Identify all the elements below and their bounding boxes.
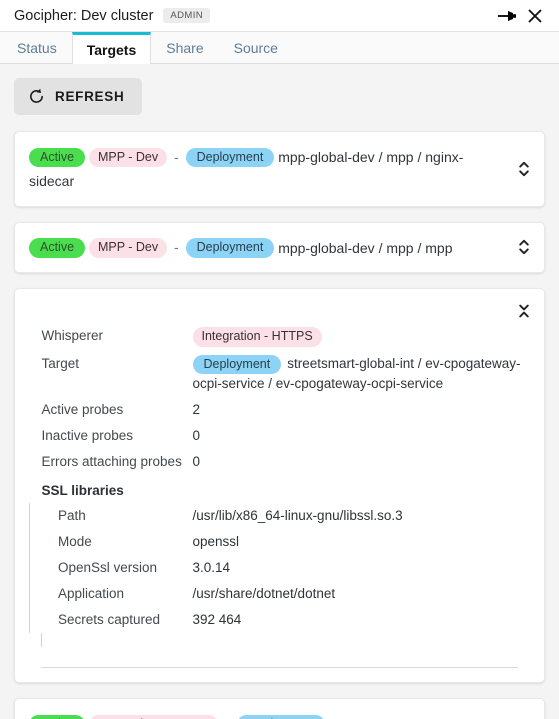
ssl-section-rail [41, 633, 530, 648]
whisperer-badge: Integration - HTTPS [88, 714, 219, 719]
refresh-button[interactable]: REFRESH [14, 78, 143, 115]
status-badge: Active [29, 147, 86, 168]
kind-badge: Deployment [185, 238, 275, 258]
target-path: mpp-global-dev / mpp / mpp [278, 239, 453, 256]
kind-badge: Deployment [236, 714, 326, 719]
separator: - [174, 239, 179, 256]
tab-share[interactable]: Share [151, 32, 218, 63]
window-titlebar: Gocipher: Dev cluster ADMIN [0, 0, 559, 32]
detail-label: Secrets captured [29, 607, 193, 634]
section-label: SSL libraries [41, 483, 124, 499]
detail-label: Errors attaching probes [41, 454, 182, 470]
kind-badge: Deployment [192, 354, 282, 375]
chevron-expand-icon[interactable] [517, 158, 531, 180]
target-card-expanded: Whisperer Integration - HTTPS Target Dep… [14, 288, 545, 684]
tab-status[interactable]: Status [2, 32, 72, 63]
detail-label: Target [41, 355, 80, 371]
whisperer-badge: MPP - Dev [88, 238, 168, 258]
detail-divider [41, 667, 518, 669]
detail-row-errors-attaching-probes: Errors attaching probes 0 [30, 449, 530, 475]
target-card-collapsed[interactable]: Active MPP - Dev - Deployment mpp-global… [14, 131, 545, 207]
ssl-row-openssl-version: OpenSsl version 3.0.14 [29, 555, 530, 582]
toolbar: REFRESH [14, 78, 545, 115]
ssl-row-mode: Mode openssl [29, 529, 530, 556]
section-value-empty [193, 475, 530, 503]
tab-bar: Status Targets Share Source [0, 32, 559, 64]
whisperer-badge: Integration - HTTPS [192, 327, 322, 347]
detail-label: Inactive probes [41, 428, 134, 444]
detail-label: Active probes [41, 402, 124, 418]
detail-value: /usr/lib/x86_64-linux-gnu/libssl.so.3 [192, 508, 403, 524]
target-summary: Active MPP - Dev - Deployment mpp-global… [29, 145, 498, 193]
detail-label: Application [29, 581, 193, 608]
refresh-label: REFRESH [55, 89, 125, 104]
detail-row-inactive-probes: Inactive probes 0 [30, 423, 530, 449]
page-title: Gocipher: Dev cluster [14, 7, 154, 24]
separator: - [174, 148, 179, 165]
refresh-icon [28, 88, 45, 105]
detail-value: 0 [192, 428, 201, 444]
whisperer-badge: MPP - Dev [88, 147, 168, 168]
detail-value: 2 [192, 402, 201, 418]
detail-row-active-probes: Active probes 2 [30, 397, 530, 423]
detail-value: openssl [192, 534, 240, 550]
detail-value: Deployment streetsmart-global-int / ev-cp… [192, 351, 530, 398]
detail-label: Path [29, 503, 193, 530]
kind-badge: Deployment [185, 147, 275, 168]
detail-value: 0 [192, 454, 201, 470]
target-card-collapsed[interactable]: Active Integration - HTTPS - Deployment … [14, 698, 545, 719]
chevron-collapse-icon[interactable] [517, 301, 531, 321]
detail-value: 392 464 [192, 612, 242, 628]
close-icon[interactable] [521, 3, 549, 29]
target-summary: Active MPP - Dev - Deployment mpp-global… [29, 236, 453, 260]
tab-targets[interactable]: Targets [71, 32, 152, 64]
detail-label: Mode [29, 529, 193, 556]
detail-value: 3.0.14 [192, 560, 231, 576]
ssl-row-secrets-captured: Secrets captured 392 464 [29, 607, 530, 634]
detail-label: OpenSsl version [29, 555, 193, 582]
target-card-collapsed[interactable]: Active MPP - Dev - Deployment mpp-global… [14, 221, 545, 274]
status-badge: Active [29, 238, 86, 258]
detail-value: Integration - HTTPS [192, 323, 530, 351]
target-detail-table: Whisperer Integration - HTTPS Target Dep… [29, 323, 530, 634]
detail-row-target: Target Deployment streetsmart-global-int … [30, 351, 530, 398]
ssl-row-application: Application /usr/share/dotnet/dotnet [29, 581, 530, 608]
chevron-expand-icon[interactable] [517, 236, 531, 258]
detail-label: Whisperer [41, 328, 104, 344]
ssl-row-path: Path /usr/lib/x86_64-linux-gnu/libssl.so… [29, 503, 530, 530]
ssl-libraries-section-title: SSL libraries [30, 475, 530, 503]
tab-source[interactable]: Source [219, 32, 293, 63]
targets-panel: REFRESH Active MPP - Dev - Deployment mp… [0, 64, 559, 719]
status-badge: Active [29, 714, 86, 719]
pin-icon[interactable] [493, 3, 521, 29]
detail-value: /usr/share/dotnet/dotnet [192, 586, 336, 602]
detail-row-whisperer: Whisperer Integration - HTTPS [30, 323, 530, 351]
role-badge: ADMIN [163, 8, 211, 23]
target-summary: Active Integration - HTTPS - Deployment … [29, 712, 498, 719]
